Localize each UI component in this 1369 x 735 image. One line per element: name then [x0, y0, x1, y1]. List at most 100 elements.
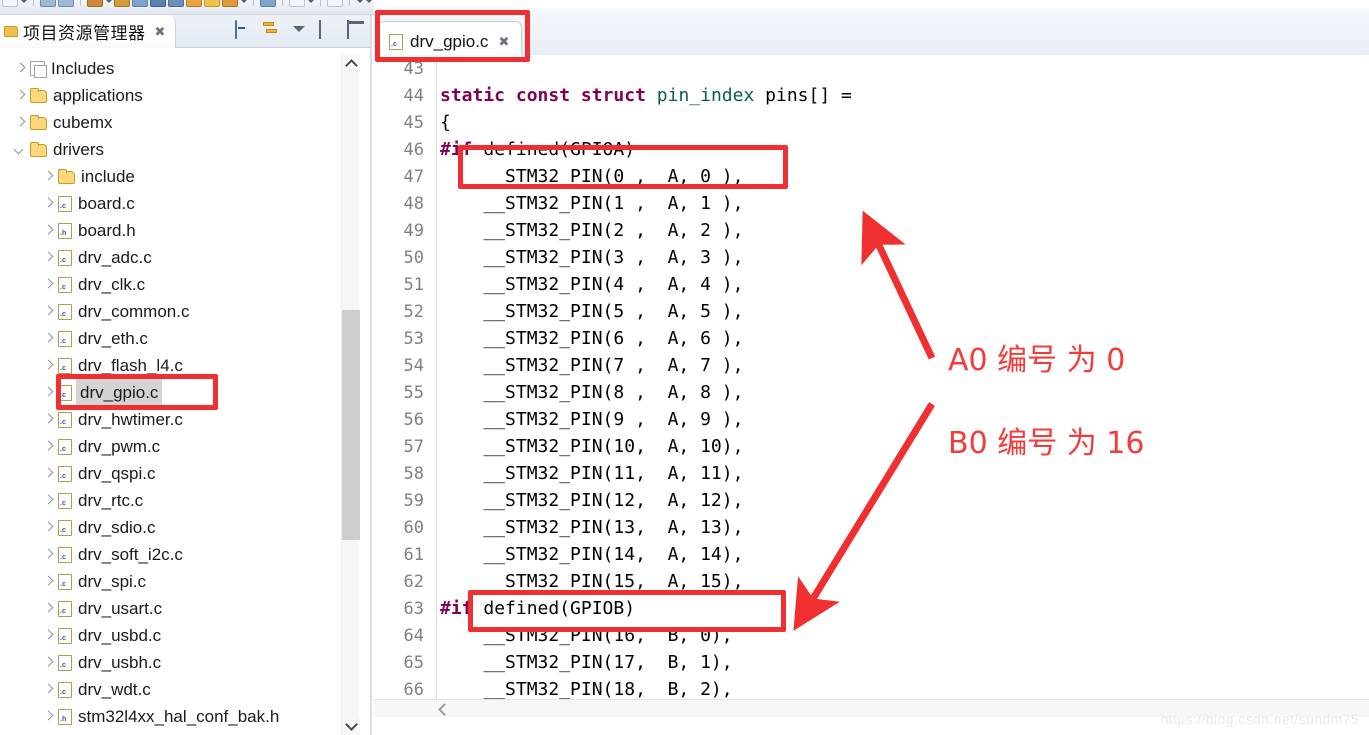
- tree-item-applications[interactable]: applications: [0, 82, 352, 109]
- code-line[interactable]: 47 __STM32_PIN(0 , A, 0 ),: [374, 163, 1369, 190]
- chevron-right-icon[interactable]: [38, 244, 58, 271]
- code-line[interactable]: 54 __STM32_PIN(7 , A, 7 ),: [374, 352, 1369, 379]
- build-dropdown-icon[interactable]: [105, 0, 112, 6]
- tree-item-drv-hwtimer-c[interactable]: drv_hwtimer.c: [0, 406, 352, 433]
- chevron-right-icon[interactable]: [38, 406, 58, 433]
- code-line[interactable]: 51 __STM32_PIN(4 , A, 4 ),: [374, 271, 1369, 298]
- close-icon[interactable]: ✖: [155, 24, 166, 40]
- new-file-icon[interactable]: [327, 0, 343, 7]
- chevron-right-icon[interactable]: [38, 514, 58, 541]
- panel-divider[interactable]: [370, 15, 372, 735]
- code-line[interactable]: 53 __STM32_PIN(6 , A, 6 ),: [374, 325, 1369, 352]
- chevron-right-icon[interactable]: [38, 325, 58, 352]
- scrollbar-thumb[interactable]: [342, 310, 360, 540]
- debug-icon[interactable]: [114, 0, 130, 7]
- code-line[interactable]: 50 __STM32_PIN(3 , A, 3 ),: [374, 244, 1369, 271]
- scroll-left-icon[interactable]: [434, 700, 452, 717]
- open-folder-icon[interactable]: [204, 0, 220, 7]
- chevron-right-icon[interactable]: [10, 82, 30, 109]
- view-menu-icon[interactable]: [291, 21, 308, 38]
- tree-item-drv-clk-c[interactable]: drv_clk.c: [0, 271, 352, 298]
- tree-item-includes[interactable]: Includes: [0, 55, 352, 82]
- run-icon[interactable]: [132, 0, 148, 7]
- bookmark-dropdown-icon[interactable]: [307, 0, 314, 6]
- code-line[interactable]: 46 #if defined(GPIOA): [374, 136, 1369, 163]
- explorer-vertical-scrollbar[interactable]: [341, 55, 360, 735]
- tree-item-drv-usart-c[interactable]: drv_usart.c: [0, 595, 352, 622]
- forward-navigation-icon[interactable]: [365, 0, 372, 6]
- tree-item-stm32l4xx-hal-conf-bak-h[interactable]: stm32l4xx_hal_conf_bak.h: [0, 703, 352, 730]
- chevron-right-icon[interactable]: [38, 487, 58, 514]
- build-icon[interactable]: [87, 0, 103, 7]
- chevron-right-icon[interactable]: [38, 190, 58, 217]
- code-line[interactable]: 49 __STM32_PIN(2 , A, 2 ),: [374, 217, 1369, 244]
- code-line[interactable]: 55 __STM32_PIN(8 , A, 8 ),: [374, 379, 1369, 406]
- code-lines[interactable]: 43 44 static const struct pin_index pins[]…: [374, 55, 1369, 718]
- back-navigation-icon[interactable]: [356, 0, 363, 6]
- chevron-right-icon[interactable]: [38, 217, 58, 244]
- project-tree[interactable]: Includes applications cubemx drivers include…: [0, 48, 352, 735]
- chevron-right-icon[interactable]: [38, 298, 58, 325]
- chevron-right-icon[interactable]: [38, 622, 58, 649]
- chevron-right-icon[interactable]: [38, 379, 58, 406]
- tree-item-drv-sdio-c[interactable]: drv_sdio.c: [0, 514, 352, 541]
- code-line[interactable]: 63 #if defined(GPIOB): [374, 595, 1369, 622]
- tree-item-drv-common-c[interactable]: drv_common.c: [0, 298, 352, 325]
- code-line[interactable]: 56 __STM32_PIN(9 , A, 9 ),: [374, 406, 1369, 433]
- refresh-icon[interactable]: [222, 0, 238, 7]
- save-icon[interactable]: [40, 0, 56, 7]
- pencil-icon[interactable]: [260, 0, 276, 7]
- link-with-editor-icon[interactable]: [263, 21, 280, 38]
- tree-item-drv-flash-l4-c[interactable]: drv_flash_l4.c: [0, 352, 352, 379]
- tree-item-board-c[interactable]: board.c: [0, 190, 352, 217]
- chevron-right-icon[interactable]: [38, 433, 58, 460]
- code-line[interactable]: 43: [374, 55, 1369, 82]
- save-all-icon[interactable]: [58, 0, 74, 7]
- minimize-icon[interactable]: [319, 20, 336, 39]
- terminal-icon[interactable]: [150, 0, 166, 7]
- tree-item-drv-eth-c[interactable]: drv_eth.c: [0, 325, 352, 352]
- tree-item-drivers[interactable]: drivers: [0, 136, 352, 163]
- chevron-right-icon[interactable]: [38, 163, 58, 190]
- tree-item-include[interactable]: include: [0, 163, 352, 190]
- chevron-right-icon[interactable]: [38, 568, 58, 595]
- code-line[interactable]: 58 __STM32_PIN(11, A, 11),: [374, 460, 1369, 487]
- tree-item-drv-wdt-c[interactable]: drv_wdt.c: [0, 676, 352, 703]
- tree-item-drv-rtc-c[interactable]: drv_rtc.c: [0, 487, 352, 514]
- tree-item-drv-spi-c[interactable]: drv_spi.c: [0, 568, 352, 595]
- tree-item-drv-adc-c[interactable]: drv_adc.c: [0, 244, 352, 271]
- tree-item-drv-usbh-c[interactable]: drv_usbh.c: [0, 649, 352, 676]
- chevron-right-icon[interactable]: [38, 703, 58, 730]
- code-line[interactable]: 45 {: [374, 109, 1369, 136]
- maximize-icon[interactable]: [347, 20, 364, 39]
- chevron-right-icon[interactable]: [38, 649, 58, 676]
- bookmark-icon[interactable]: [289, 0, 305, 7]
- code-line[interactable]: 59 __STM32_PIN(12, A, 12),: [374, 487, 1369, 514]
- chevron-right-icon[interactable]: [10, 55, 30, 82]
- tree-item-drv-usbd-c[interactable]: drv_usbd.c: [0, 622, 352, 649]
- scroll-up-icon[interactable]: [342, 55, 360, 73]
- chevron-down-icon[interactable]: [10, 136, 30, 163]
- close-icon[interactable]: ✖: [498, 34, 509, 50]
- tree-item-cubemx[interactable]: cubemx: [0, 109, 352, 136]
- console-icon[interactable]: [168, 0, 184, 7]
- tab-project-explorer[interactable]: 项目资源管理器 ✖: [0, 15, 177, 48]
- chevron-right-icon[interactable]: [38, 541, 58, 568]
- code-line[interactable]: 52 __STM32_PIN(5 , A, 5 ),: [374, 298, 1369, 325]
- chevron-right-icon[interactable]: [38, 595, 58, 622]
- chevron-right-icon[interactable]: [38, 352, 58, 379]
- chevron-right-icon[interactable]: [10, 109, 30, 136]
- refresh-dropdown-icon[interactable]: [240, 0, 247, 6]
- code-line[interactable]: 62 __STM32_PIN(15, A, 15),: [374, 568, 1369, 595]
- code-line[interactable]: 61 __STM32_PIN(14, A, 14),: [374, 541, 1369, 568]
- collapse-all-icon[interactable]: [235, 20, 252, 39]
- tree-item-drv-pwm-c[interactable]: drv_pwm.c: [0, 433, 352, 460]
- chevron-right-icon[interactable]: [38, 271, 58, 298]
- code-line[interactable]: 65 __STM32_PIN(17, B, 1),: [374, 649, 1369, 676]
- code-line[interactable]: 60 __STM32_PIN(13, A, 13),: [374, 514, 1369, 541]
- tree-item-drv-qspi-c[interactable]: drv_qspi.c: [0, 460, 352, 487]
- code-viewport[interactable]: 43 44 static const struct pin_index pins[]…: [374, 55, 1369, 717]
- code-line[interactable]: 44 static const struct pin_index pins[] =: [374, 82, 1369, 109]
- new-dropdown-icon[interactable]: [20, 0, 27, 6]
- scroll-down-icon[interactable]: [342, 717, 360, 735]
